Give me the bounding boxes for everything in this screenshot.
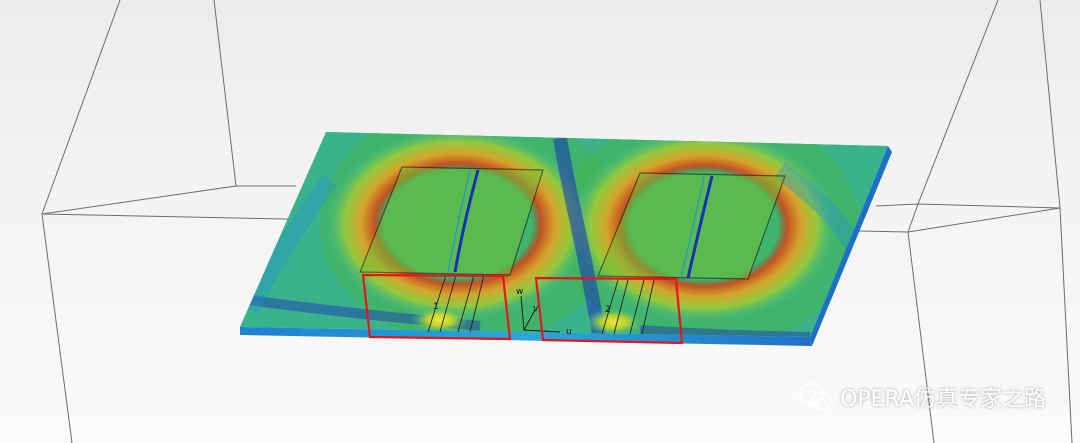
port-label-1: 1 <box>433 302 439 312</box>
substrate-board[interactable] <box>240 104 892 348</box>
watermark: OPERA仿真专家之路 <box>798 381 1046 413</box>
wechat-icon <box>799 383 834 410</box>
3d-viewport[interactable]: 1 2 w v u <box>0 0 1080 443</box>
axis-label-w: w <box>516 287 523 297</box>
axis-label-u: u <box>566 327 572 337</box>
watermark-text: OPERA仿真专家之路 <box>840 387 1046 412</box>
port-label-2: 2 <box>605 305 611 315</box>
